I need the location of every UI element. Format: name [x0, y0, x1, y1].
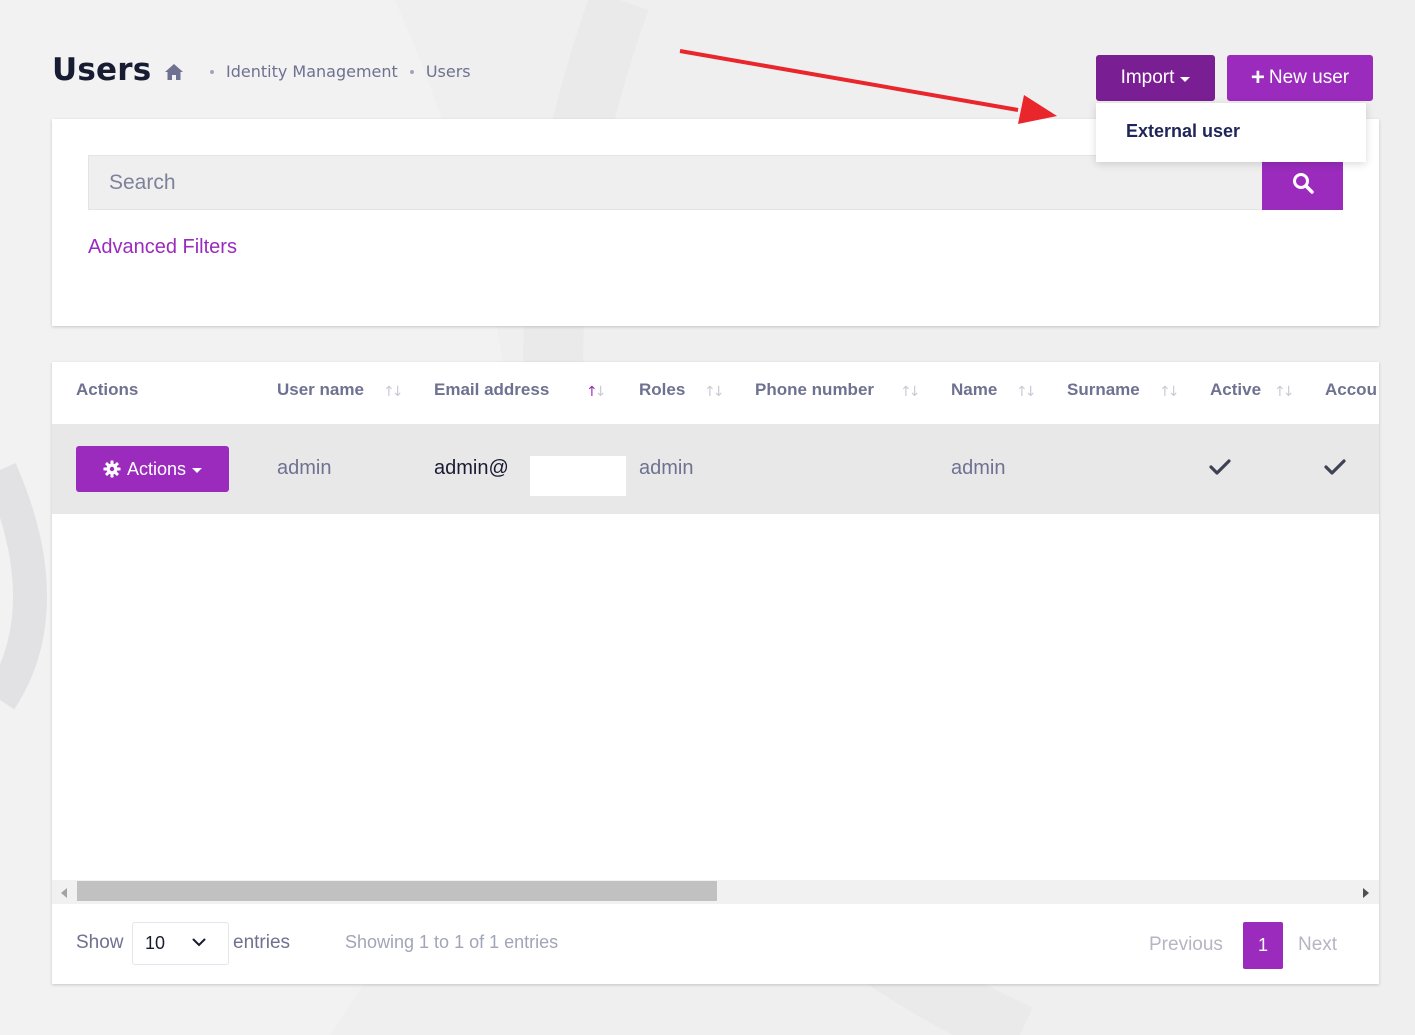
pagination-previous[interactable]: Previous [1149, 934, 1223, 956]
table-info: Showing 1 to 1 of 1 entries [345, 932, 559, 952]
chevron-down-icon [192, 938, 206, 947]
new-user-button[interactable]: + New user [1227, 55, 1373, 101]
page-title: Users [52, 52, 152, 88]
table-row: Actions admin admin@ admin admin [52, 424, 1379, 514]
page-length-select[interactable]: 10 [132, 922, 229, 965]
scroll-right-arrow-icon[interactable] [1363, 888, 1369, 898]
table-header: Actions User name ↑↓ Email address ↑↓ Ro… [52, 362, 1379, 422]
column-header-name[interactable]: Name [951, 380, 997, 400]
breadcrumb-separator [409, 69, 414, 74]
sort-icon[interactable]: ↑↓ [704, 384, 725, 400]
breadcrumb-separator [210, 69, 214, 74]
sort-icon[interactable]: ↑↓ [1159, 384, 1180, 400]
page-length-value: 10 [145, 933, 166, 953]
search-input[interactable] [88, 155, 1262, 210]
check-icon [1324, 459, 1346, 475]
row-actions-button[interactable]: Actions [76, 446, 229, 492]
column-header-active[interactable]: Active [1210, 380, 1261, 400]
show-label: Show [76, 932, 124, 953]
column-header-account[interactable]: Accou [1325, 380, 1377, 400]
search-button[interactable] [1262, 155, 1343, 210]
advanced-filters-link[interactable]: Advanced Filters [88, 236, 237, 259]
column-header-email-address[interactable]: Email address [434, 380, 549, 400]
column-header-user-name[interactable]: User name [277, 380, 364, 400]
column-header-actions: Actions [76, 380, 139, 399]
redaction-box [530, 456, 626, 496]
sort-icon[interactable]: ↑↓ [1274, 384, 1295, 400]
search-icon [1292, 172, 1314, 194]
column-header-roles[interactable]: Roles [639, 380, 685, 400]
cell-name: admin [951, 457, 1006, 479]
import-button-label: Import [1120, 67, 1175, 88]
caret-down-icon [192, 467, 203, 473]
breadcrumb: Identity Management Users [164, 62, 471, 81]
breadcrumb-item-users: Users [425, 62, 471, 81]
users-page: Users Identity Management Users Import +… [0, 0, 1415, 1035]
sort-icon[interactable]: ↑↓ [900, 384, 921, 400]
import-dropdown-menu: External user [1096, 103, 1366, 162]
entries-label: entries [233, 932, 291, 953]
column-header-phone-number[interactable]: Phone number [755, 380, 874, 400]
cell-email-address: admin@ [434, 457, 509, 479]
cell-roles: admin [639, 457, 694, 479]
plus-icon: + [1250, 64, 1265, 91]
pagination-next[interactable]: Next [1298, 934, 1337, 956]
cell-user-name: admin [277, 457, 332, 479]
scrollbar-thumb[interactable] [77, 881, 717, 901]
gear-icon [103, 460, 121, 478]
scroll-left-arrow-icon[interactable] [61, 888, 67, 898]
home-icon[interactable] [164, 63, 184, 81]
import-button[interactable]: Import [1096, 55, 1215, 101]
row-actions-label: Actions [126, 458, 187, 479]
sort-icon[interactable]: ↑↓ [586, 384, 607, 400]
sort-icon[interactable]: ↑↓ [1016, 384, 1037, 400]
sort-icon[interactable]: ↑↓ [383, 384, 404, 400]
new-user-button-label: New user [1268, 67, 1350, 88]
check-icon [1209, 459, 1231, 475]
menu-item-external-user[interactable]: External user [1126, 121, 1240, 142]
horizontal-scrollbar[interactable] [52, 880, 1379, 904]
users-table-card: Actions User name ↑↓ Email address ↑↓ Ro… [52, 362, 1379, 984]
caret-down-icon [1180, 76, 1191, 82]
table-footer: Show 10 entries Showing 1 to 1 of 1 entr… [52, 908, 1379, 984]
pagination-page-1[interactable]: 1 [1243, 922, 1283, 969]
column-header-surname[interactable]: Surname [1067, 380, 1140, 400]
breadcrumb-item-identity-management[interactable]: Identity Management [226, 62, 398, 81]
